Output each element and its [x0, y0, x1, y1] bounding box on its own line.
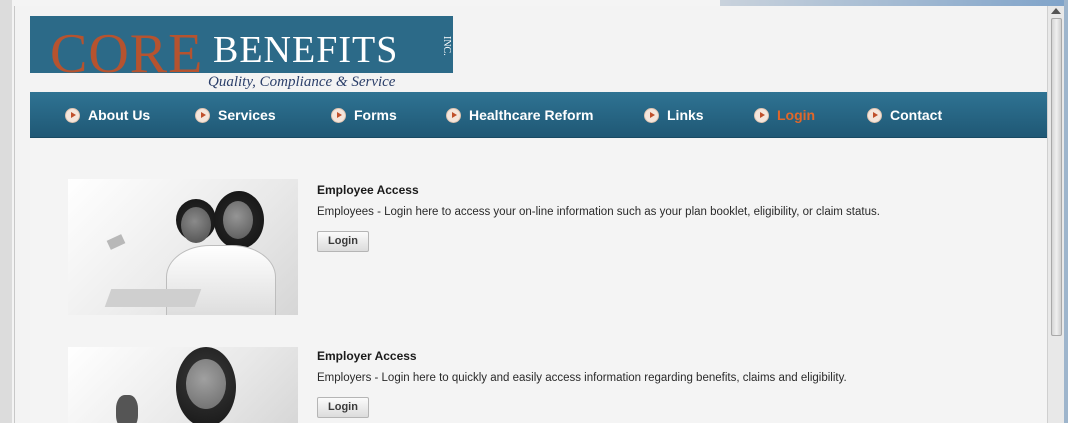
main-content: Employee Access Employees - Login here t…: [30, 139, 1047, 423]
logo-inc-text: INC.: [441, 36, 452, 56]
background-person: [116, 395, 138, 423]
arrow-circle-icon: [331, 107, 346, 123]
nav-label: About Us: [88, 107, 151, 123]
nav-label: Services: [218, 107, 276, 123]
nav-label: Forms: [354, 107, 397, 123]
nav-item-links[interactable]: Links: [644, 92, 704, 138]
nav-label: Login: [777, 107, 816, 123]
employer-access-title: Employer Access: [317, 349, 417, 363]
tagline: Quality, Compliance & Service: [208, 74, 396, 90]
page: CORE BENEFITS INC. Quality, Compliance &…: [14, 6, 1047, 423]
nav-item-forms[interactable]: Forms: [331, 92, 397, 138]
woman-head: [186, 359, 226, 409]
man-head: [181, 207, 211, 243]
arrow-circle-icon: [644, 107, 659, 123]
arrow-circle-icon: [446, 107, 461, 123]
arrow-circle-icon: [754, 107, 769, 123]
arrow-circle-icon: [195, 107, 210, 123]
scroll-up-icon[interactable]: [1051, 8, 1061, 14]
employee-login-button[interactable]: Login: [317, 231, 369, 252]
employer-login-button[interactable]: Login: [317, 397, 369, 418]
main-navigation: About Us Services Forms Healthcare Refor…: [30, 92, 1047, 138]
scroll-thumb[interactable]: [1051, 18, 1062, 336]
logo-core-text: CORE: [50, 23, 204, 85]
employee-photo: [68, 179, 298, 315]
logo-benefits-text: BENEFITS: [213, 29, 399, 71]
nav-item-about-us[interactable]: About Us: [65, 92, 150, 138]
flower-shape: [106, 234, 126, 250]
employee-access-title: Employee Access: [317, 183, 419, 197]
woman-head: [223, 201, 253, 239]
arrow-circle-icon: [867, 107, 882, 123]
employer-photo: [68, 347, 298, 423]
nav-item-contact[interactable]: Contact: [867, 92, 942, 138]
nav-label: Links: [667, 107, 704, 123]
nav-item-services[interactable]: Services: [195, 92, 276, 138]
arrow-circle-icon: [65, 107, 80, 123]
employee-access-section: Employee Access Employees - Login here t…: [317, 183, 880, 252]
nav-label: Healthcare Reform: [469, 107, 594, 123]
nav-label: Contact: [890, 107, 943, 123]
nav-item-login[interactable]: Login: [754, 92, 815, 138]
employer-access-section: Employer Access Employers - Login here t…: [317, 349, 847, 418]
logo[interactable]: CORE BENEFITS INC.: [30, 16, 453, 82]
laptop-shape: [104, 289, 202, 307]
window-edge: [1064, 0, 1068, 423]
employee-access-description: Employees - Login here to access your on…: [317, 206, 880, 218]
employer-access-description: Employers - Login here to quickly and ea…: [317, 372, 847, 384]
nav-item-healthcare-reform[interactable]: Healthcare Reform: [446, 92, 594, 138]
vertical-scrollbar[interactable]: [1047, 6, 1064, 423]
